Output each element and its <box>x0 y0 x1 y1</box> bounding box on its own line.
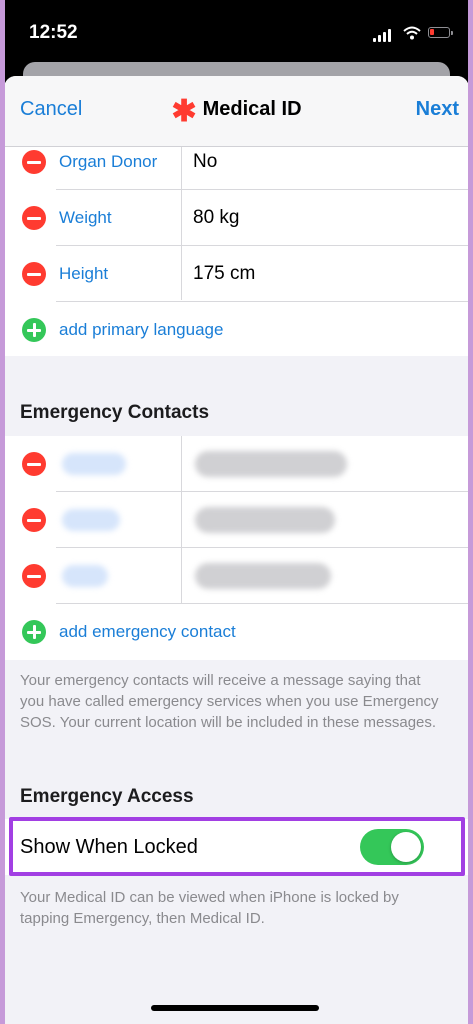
contact-row-2[interactable] <box>5 492 468 548</box>
emergency-contacts-footnote: Your emergency contacts will receive a m… <box>20 672 439 731</box>
remove-contact-icon[interactable] <box>22 452 46 476</box>
emergency-contacts-section: add emergency contact <box>5 436 468 660</box>
organ-donor-row[interactable]: Organ Donor No <box>5 134 468 190</box>
contact-name-blurred <box>195 507 335 533</box>
organ-donor-value[interactable]: No <box>193 151 217 173</box>
remove-organ-donor-icon[interactable] <box>22 150 46 174</box>
medical-star-icon: ✱ <box>171 95 197 128</box>
emergency-access-header: Emergency Access <box>20 786 194 807</box>
emergency-access-footnote: Your Medical ID can be viewed when iPhon… <box>20 889 399 927</box>
add-contact-icon[interactable] <box>22 620 46 644</box>
add-language-icon[interactable] <box>22 318 46 342</box>
phone-screen: 12:52 Cancel ✱ Medical ID Next Organ Dono… <box>5 0 468 1024</box>
height-label: Height <box>59 264 109 283</box>
weight-value[interactable]: 80 kg <box>193 207 239 229</box>
contact-name-blurred <box>195 563 331 589</box>
contact-relationship-blurred <box>62 453 126 475</box>
status-time: 12:52 <box>29 22 78 43</box>
status-bar: 12:52 <box>5 0 468 70</box>
contact-row-1[interactable] <box>5 436 468 492</box>
add-emergency-contact-label[interactable]: add emergency contact <box>59 622 236 642</box>
emergency-contacts-header: Emergency Contacts <box>20 402 210 423</box>
contact-relationship-blurred <box>62 565 108 587</box>
weight-label: Weight <box>59 208 112 227</box>
battery-icon <box>428 27 453 38</box>
home-indicator[interactable] <box>151 1005 319 1011</box>
contact-row-3[interactable] <box>5 548 468 604</box>
remove-contact-icon[interactable] <box>22 564 46 588</box>
medical-id-sheet: Cancel ✱ Medical ID Next Organ Donor No W… <box>5 76 468 1024</box>
page-title: ✱ Medical ID <box>5 97 468 127</box>
highlight-box <box>9 817 465 876</box>
add-language-row[interactable]: add primary language <box>5 302 468 358</box>
remove-weight-icon[interactable] <box>22 206 46 230</box>
add-emergency-contact-row[interactable]: add emergency contact <box>5 604 468 660</box>
add-language-label[interactable]: add primary language <box>59 320 223 340</box>
wifi-icon <box>403 26 421 40</box>
next-button[interactable]: Next <box>416 98 459 121</box>
page-title-text: Medical ID <box>202 98 302 120</box>
contact-name-blurred <box>195 451 347 477</box>
remove-contact-icon[interactable] <box>22 508 46 532</box>
cellular-signal-icon <box>373 28 395 42</box>
height-row[interactable]: Height 175 cm <box>5 246 468 302</box>
remove-height-icon[interactable] <box>22 262 46 286</box>
contact-relationship-blurred <box>62 509 120 531</box>
height-value[interactable]: 175 cm <box>193 263 255 285</box>
personal-info-section: Organ Donor No Weight 80 kg Height 175 c… <box>5 147 468 356</box>
organ-donor-label: Organ Donor <box>59 152 158 171</box>
weight-row[interactable]: Weight 80 kg <box>5 190 468 246</box>
